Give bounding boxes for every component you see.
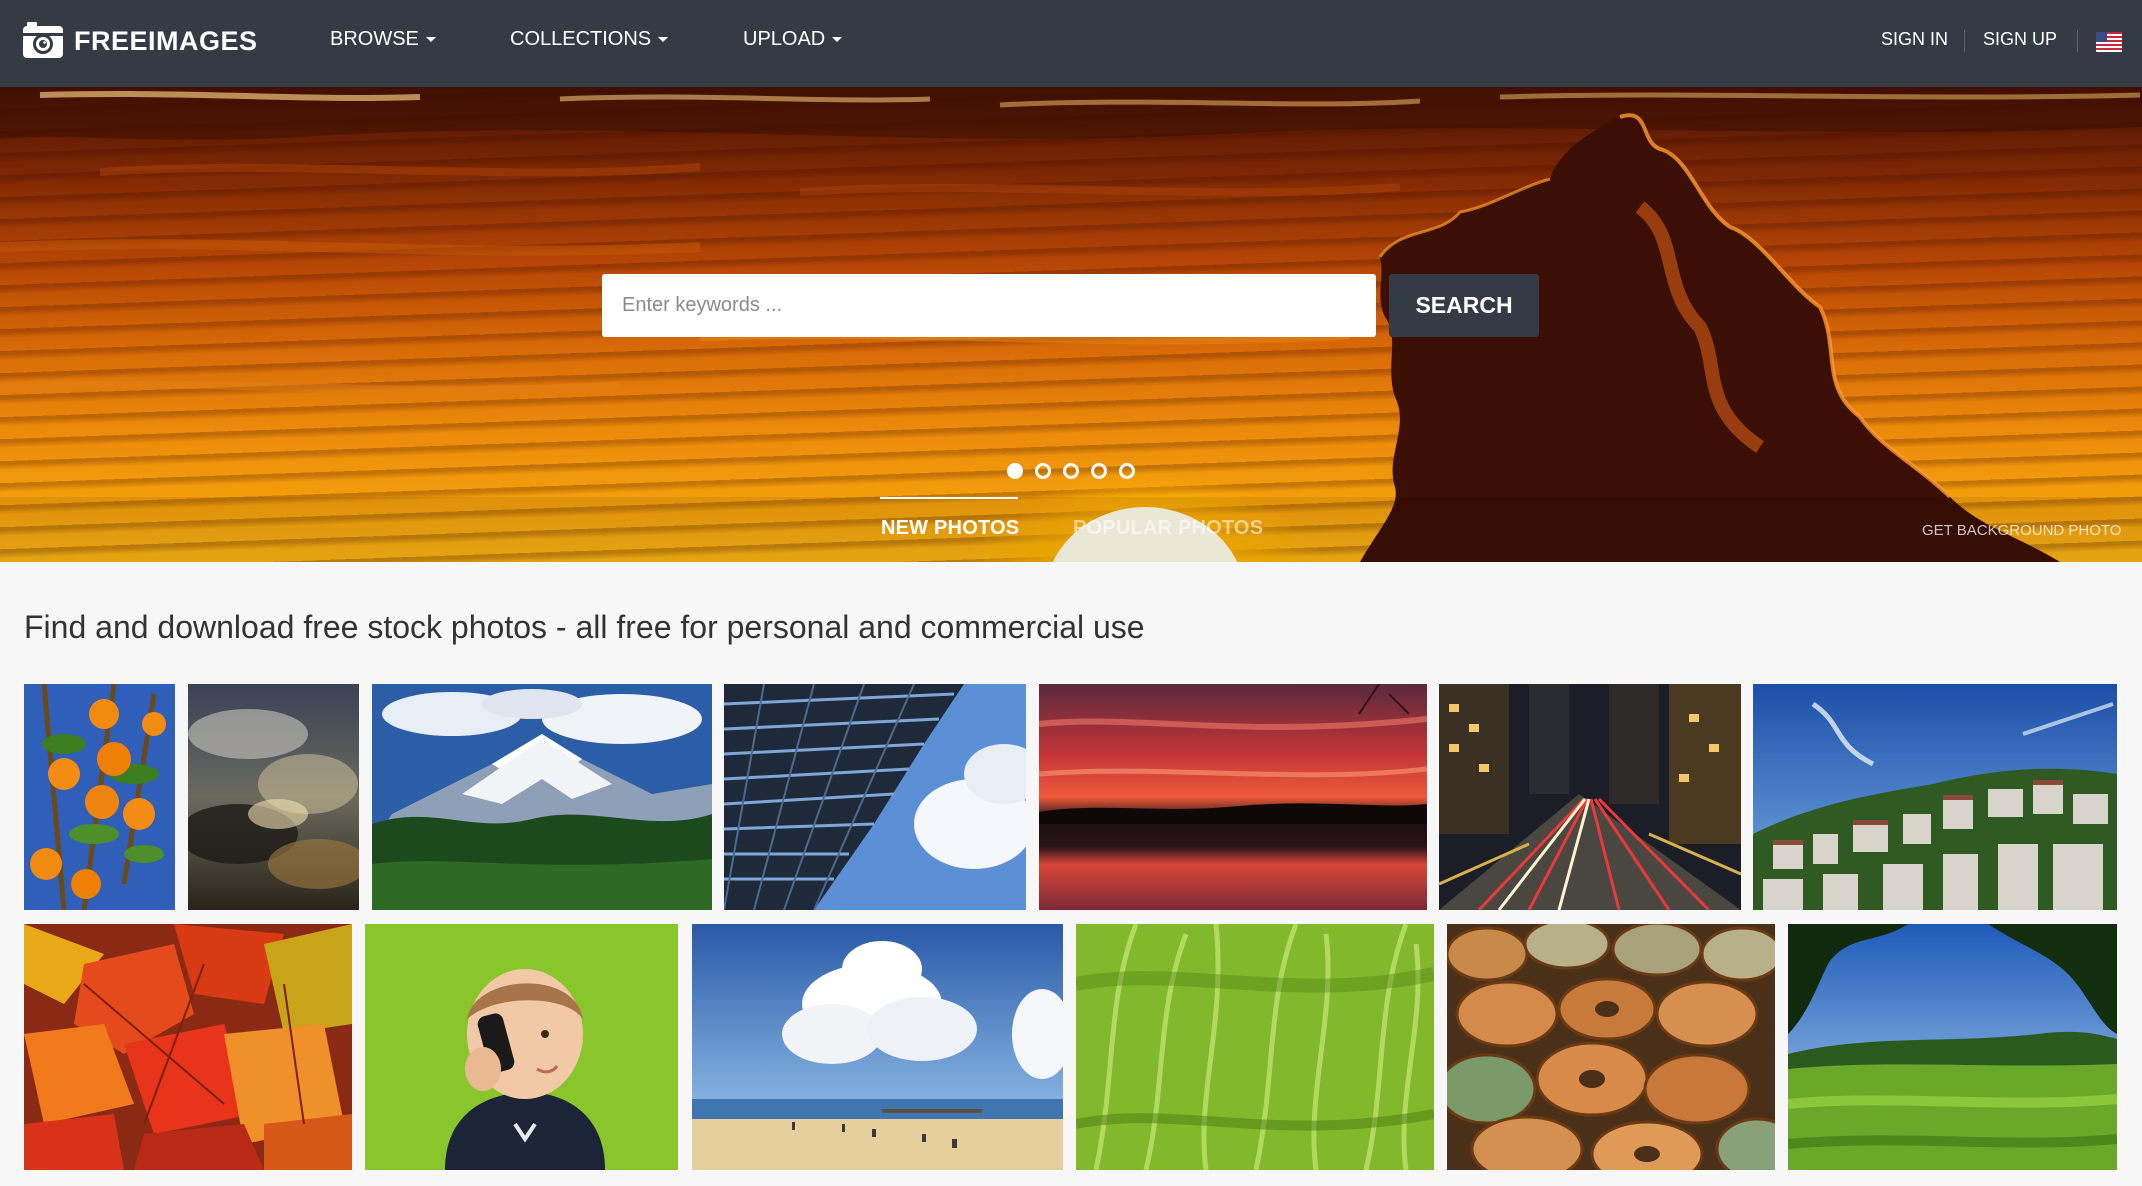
sign-in-link[interactable]: SIGN IN [1881, 29, 1948, 50]
brand-name: FREEIMAGES [74, 25, 258, 56]
caret-down-icon [658, 37, 669, 42]
us-flag-icon[interactable] [2096, 32, 2122, 52]
caret-down-icon [832, 37, 843, 42]
get-background-photo-link[interactable]: GET BACKGROUND PHOTO [1922, 522, 2121, 539]
photo-coins[interactable] [1447, 924, 1775, 1170]
slide-dot[interactable] [1119, 463, 1135, 479]
photo-city-street-night[interactable] [1439, 684, 1741, 910]
tab-new-photos[interactable]: NEW PHOTOS [881, 517, 1019, 540]
browse-menu[interactable]: BROWSE [330, 28, 436, 51]
camera-icon [23, 22, 63, 58]
tab-popular-photos[interactable]: POPULAR PHOTOS [1073, 517, 1263, 540]
search-button[interactable]: SEARCH [1389, 274, 1539, 337]
caret-down-icon [425, 37, 436, 42]
photo-green-field[interactable] [1788, 924, 2117, 1170]
photo-green-grass[interactable] [1076, 924, 1434, 1170]
photo-autumn-leaves[interactable] [24, 924, 352, 1170]
photo-child-phone[interactable] [365, 924, 678, 1170]
slide-dot[interactable] [1035, 463, 1051, 479]
page-headline: Find and download free stock photos - al… [24, 609, 1145, 645]
sign-up-link[interactable]: SIGN UP [1983, 29, 2057, 50]
collections-menu[interactable]: COLLECTIONS [510, 28, 669, 51]
active-tab-indicator [880, 497, 1018, 499]
nav-divider [2077, 30, 2078, 52]
hero-banner: SEARCH NEW PHOTOS POPULAR PHOTOS GET BAC… [0, 87, 2142, 562]
slide-dot[interactable] [1063, 463, 1079, 479]
photo-skyscraper[interactable] [724, 684, 1026, 910]
photo-oranges[interactable] [24, 684, 175, 910]
photo-beach-clouds[interactable] [692, 924, 1063, 1170]
upload-menu[interactable]: UPLOAD [743, 28, 843, 51]
photo-red-sunset-lake[interactable] [1039, 684, 1427, 910]
slide-dot[interactable] [1007, 463, 1023, 479]
slide-indicators [1007, 463, 1135, 479]
nav-divider [1964, 30, 1965, 52]
slide-dot[interactable] [1091, 463, 1107, 479]
photo-hillside-town[interactable] [1753, 684, 2117, 910]
brand-logo[interactable]: FREEIMAGES [22, 20, 258, 62]
upload-menu-label: UPLOAD [743, 28, 826, 50]
browse-menu-label: BROWSE [330, 28, 419, 50]
navbar: FREEIMAGES BROWSE COLLECTIONS UPLOAD SIG… [0, 0, 2142, 87]
photo-storm-clouds[interactable] [188, 684, 359, 910]
search-input[interactable] [602, 274, 1376, 337]
photo-snowy-mountain[interactable] [372, 684, 712, 910]
collections-menu-label: COLLECTIONS [510, 28, 652, 50]
